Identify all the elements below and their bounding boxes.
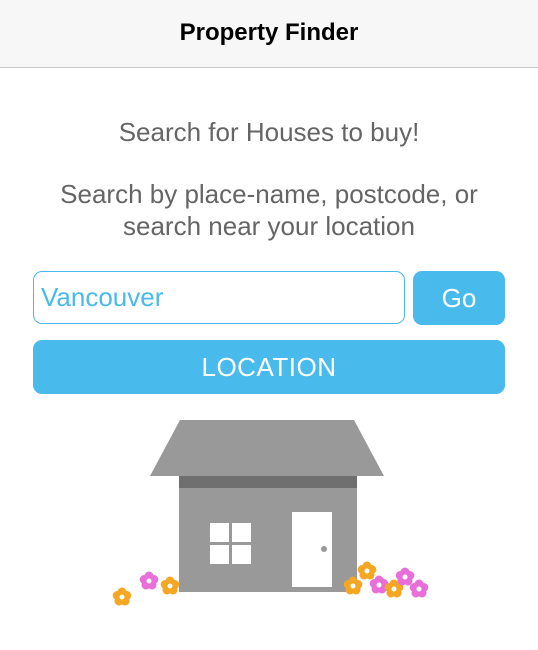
location-button[interactable]: LOCATION: [33, 340, 505, 394]
house-roof: [150, 420, 384, 476]
description-instructions: Search by place-name, postcode, or searc…: [0, 178, 538, 242]
house-roof-band: [179, 476, 357, 488]
search-input[interactable]: [33, 271, 405, 324]
description-heading: Search for Houses to buy!: [118, 117, 420, 147]
navigation-bar: Property Finder: [0, 0, 538, 68]
door-knob: [321, 546, 327, 552]
instructions-line-2: search near your location: [123, 211, 415, 241]
page-title: Property Finder: [179, 18, 359, 46]
go-button[interactable]: Go: [413, 271, 505, 325]
instructions-line-1: Search by place-name, postcode, or: [60, 179, 478, 209]
house-icon: [112, 420, 429, 606]
